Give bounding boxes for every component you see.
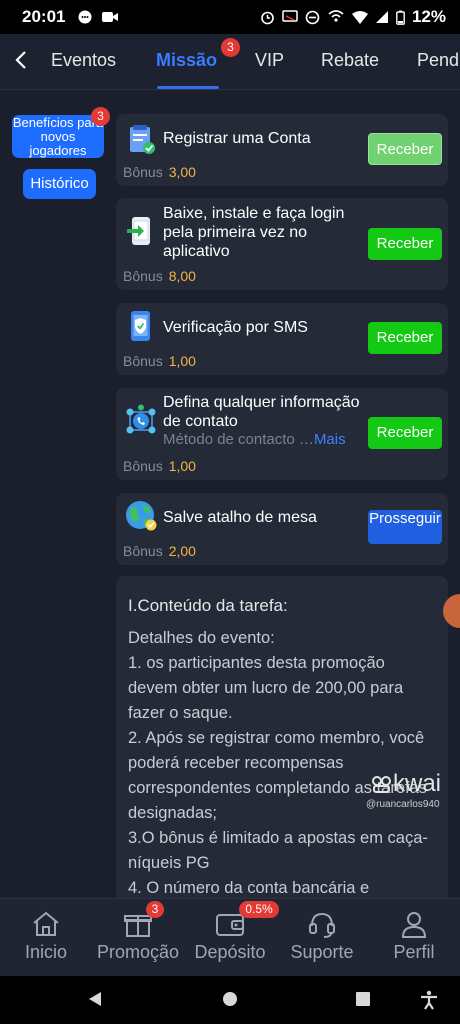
- system-nav-bar: [0, 976, 460, 1024]
- bonus-amount: 3,00: [168, 164, 196, 180]
- bonus-amount: 2,00: [168, 543, 196, 559]
- battery-level: 12%: [411, 7, 446, 26]
- contact-network-icon: [126, 404, 156, 434]
- task-title: Baixe, instale e faça login pela primeir…: [163, 205, 345, 260]
- description-line: Detalhes do evento:: [128, 629, 275, 647]
- tab-vip[interactable]: VIP: [255, 50, 284, 71]
- tab-rebate[interactable]: Rebate: [321, 50, 379, 71]
- task-title: Registrar uma Conta: [163, 130, 311, 147]
- chevron-left-icon: [15, 51, 26, 69]
- task-card-register: Registrar uma Conta Bônus 3,00 Receber: [116, 114, 448, 186]
- tab-missao[interactable]: Missão: [156, 50, 217, 71]
- task-title: Verificação por SMS: [163, 319, 308, 336]
- task-bonus: Bônus 1,00: [123, 458, 196, 474]
- phone-shield-icon: [131, 311, 150, 341]
- receive-button[interactable]: Receber: [368, 322, 442, 354]
- description-line: 1. os participantes desta promoção devem…: [128, 654, 404, 722]
- vowifi-icon: [328, 10, 344, 22]
- nav-label: Perfil: [393, 942, 435, 962]
- tab-missao-badge: 3: [221, 38, 240, 57]
- receive-button[interactable]: Receber: [368, 228, 442, 260]
- status-bar: 20:01 12%: [0, 0, 460, 34]
- proceed-button[interactable]: Prosseguir: [368, 510, 442, 544]
- sidebar-benefits-badge: 3: [91, 107, 110, 126]
- task-title: Defina qualquer informação de contato: [163, 394, 360, 430]
- phone-download-icon: [127, 217, 150, 245]
- active-tab-indicator: [157, 86, 219, 89]
- home-icon: [33, 911, 59, 936]
- headset-icon: [309, 912, 335, 938]
- description-heading: I.Conteúdo da tarefa:: [128, 596, 288, 615]
- nav-inicio[interactable]: Inicio: [0, 899, 92, 977]
- cast-icon: [282, 10, 298, 22]
- deposito-badge: 0.5%: [239, 901, 279, 918]
- home-circle-icon[interactable]: [221, 990, 239, 1008]
- chat-icon: [78, 10, 92, 24]
- more-link[interactable]: Mais: [314, 431, 346, 448]
- kwai-watermark: kwai: [371, 770, 441, 798]
- nav-label: Promoção: [96, 942, 180, 962]
- accessibility-icon[interactable]: [420, 990, 438, 1010]
- task-card-download-app: Baixe, instale e faça login pela primeir…: [116, 198, 448, 290]
- receive-button[interactable]: Receber: [368, 417, 442, 449]
- signal-icon: [375, 11, 388, 23]
- do-not-disturb-icon: [305, 10, 320, 24]
- bonus-amount: 8,00: [168, 268, 196, 284]
- back-button[interactable]: [10, 50, 32, 74]
- alarm-icon: [261, 11, 274, 24]
- user-icon: [401, 912, 427, 938]
- sidebar-item-history[interactable]: Histórico: [23, 169, 96, 199]
- task-description: I.Conteúdo da tarefa: Detalhes do evento…: [116, 576, 448, 906]
- nav-suporte[interactable]: Suporte: [276, 899, 368, 977]
- wifi-icon: [351, 10, 368, 24]
- nav-label: Suporte: [290, 942, 354, 962]
- nav-perfil[interactable]: Perfil: [368, 899, 460, 977]
- tab-eventos[interactable]: Eventos: [51, 50, 116, 71]
- recents-square-icon[interactable]: [354, 990, 372, 1008]
- tab-pendente[interactable]: Pend: [417, 50, 459, 71]
- battery-icon: [396, 10, 405, 25]
- sidebar-item-benefits[interactable]: Benefícios para novos jogadores: [12, 115, 104, 158]
- task-title: Salve atalho de mesa: [163, 509, 317, 526]
- promocao-badge: 3: [146, 901, 164, 918]
- bottom-nav: Inicio Promoção Depósito Suporte Perfil: [0, 898, 460, 976]
- task-bonus: Bônus 1,00: [123, 353, 196, 369]
- nav-label: Depósito: [194, 942, 266, 962]
- clipboard-check-icon: [130, 125, 155, 154]
- video-icon: [102, 12, 119, 22]
- task-card-contact-info: Defina qualquer informação de contato Mé…: [116, 388, 448, 480]
- kwai-logo-icon: [372, 776, 391, 793]
- task-bonus: Bônus 3,00: [123, 164, 196, 180]
- description-line: 3.O bônus é limitado a apostas em caça-n…: [128, 829, 428, 872]
- task-card-desktop-shortcut: Salve atalho de mesa Bônus 2,00 Prossegui…: [116, 493, 448, 565]
- bonus-amount: 1,00: [168, 353, 196, 369]
- receive-button[interactable]: Receber: [368, 133, 442, 165]
- task-bonus: Bônus 8,00: [123, 268, 196, 284]
- task-subtitle: Método de contacto …Mais: [163, 431, 346, 448]
- nav-promocao[interactable]: Promoção: [92, 899, 184, 977]
- clock: 20:01: [22, 7, 66, 26]
- globe-icon: [126, 501, 157, 531]
- bonus-amount: 1,00: [168, 458, 196, 474]
- watermark-username: @ruancarlos940: [366, 799, 440, 810]
- task-card-sms: Verificação por SMS Bônus 1,00 Receber: [116, 303, 448, 375]
- task-bonus: Bônus 2,00: [123, 543, 196, 559]
- nav-label: Inicio: [24, 942, 68, 962]
- back-triangle-icon[interactable]: [86, 990, 104, 1008]
